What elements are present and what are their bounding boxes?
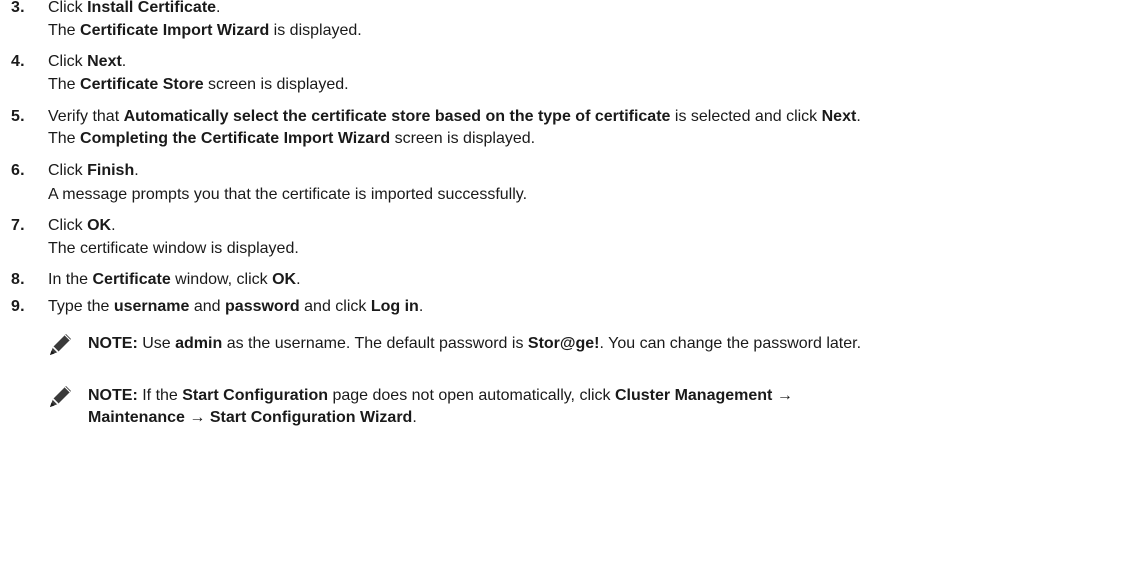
note-text: NOTE: If the Start Configuration page do…	[88, 385, 793, 429]
step-instruction: In the Certificate window, click OK.	[48, 271, 301, 288]
step-number: 6.	[11, 162, 25, 179]
step-5-result: The Completing the Certificate Import Wi…	[48, 130, 536, 147]
note-admin-credentials: NOTE: Use admin as the username. The def…	[48, 331, 1138, 361]
step-number: 4.	[11, 53, 25, 70]
step-instruction: Verify that Automatically select the cer…	[48, 108, 861, 125]
step-instruction: Type the username and password and click…	[48, 298, 424, 315]
pencil-note-icon	[50, 334, 71, 355]
step-3-result: The Certificate Import Wizard is display…	[48, 22, 362, 39]
step-instruction: Click OK.	[48, 217, 116, 234]
step-instruction: Click Install Certificate.	[48, 0, 221, 16]
step-7-result: The certificate window is displayed.	[48, 240, 299, 257]
note-text: NOTE: Use admin as the username. The def…	[88, 335, 862, 352]
step-number: 8.	[11, 271, 25, 288]
step-instruction: Click Finish.	[48, 162, 139, 179]
step-number: 5.	[11, 108, 25, 125]
step-instruction: Click Next.	[48, 53, 127, 70]
pencil-note-icon	[50, 386, 71, 407]
note-line: NOTE: If the Start Configuration page do…	[88, 387, 793, 404]
step-4-result: The Certificate Store screen is displaye…	[48, 76, 349, 93]
step-6-result: A message prompts you that the certifica…	[48, 186, 528, 203]
note-start-configuration: NOTE: If the Start Configuration page do…	[48, 383, 1138, 433]
step-number: 9.	[11, 298, 25, 315]
note-line: Maintenance → Start Configuration Wizard…	[88, 409, 417, 426]
step-number: 7.	[11, 217, 25, 234]
step-number: 3.	[11, 0, 25, 16]
document-page: 3. Click Install Certificate. The Certif…	[0, 0, 1141, 580]
